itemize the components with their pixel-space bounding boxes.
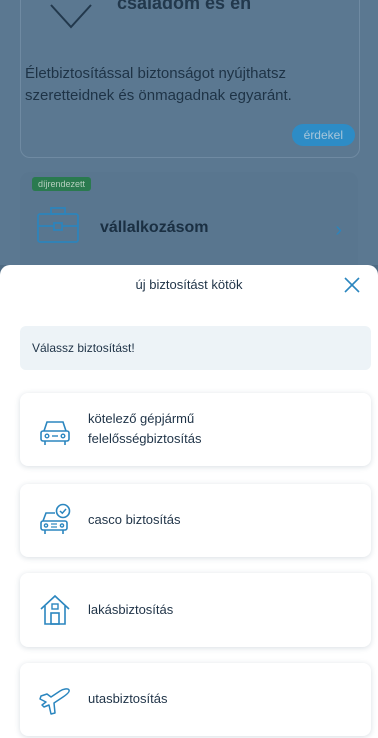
- briefcase-icon: [37, 207, 79, 243]
- option-label: kötelező gépjármű felelősségbiztosítás: [88, 409, 201, 449]
- option-label: utasbiztosítás: [88, 691, 168, 706]
- card-title: vállalkozásom: [100, 219, 209, 236]
- family-insurance-card: családom és én Életbiztosítással biztons…: [20, 0, 360, 158]
- status-badge: díjrendezett: [32, 177, 92, 191]
- option-label: casco biztosítás: [88, 512, 181, 527]
- sheet-title: új biztosítást kötök: [135, 277, 243, 292]
- new-insurance-sheet: új biztosítást kötök Válassz biztosítást…: [0, 265, 378, 738]
- background-page: családom és én Életbiztosítással biztons…: [0, 0, 378, 265]
- option-label-line2: felelősségbiztosítás: [88, 431, 202, 446]
- option-casco[interactable]: casco biztosítás: [20, 484, 371, 557]
- close-icon[interactable]: [342, 275, 362, 295]
- house-icon: [40, 594, 70, 625]
- sheet-header: új biztosítást kötök: [0, 265, 378, 305]
- car-icon: [40, 421, 70, 445]
- interested-button[interactable]: érdekel: [291, 124, 355, 146]
- option-label-line1: kötelező gépjármű: [88, 411, 195, 426]
- option-label: lakásbiztosítás: [88, 602, 174, 617]
- option-car-liability[interactable]: kötelező gépjármű felelősségbiztosítás: [20, 393, 371, 466]
- choose-insurance-hint: Válassz biztosítást!: [20, 326, 371, 370]
- chevron-right-icon: ›: [335, 219, 342, 241]
- car-shield-icon: [40, 503, 71, 534]
- option-travel[interactable]: utasbiztosítás: [20, 663, 371, 736]
- airplane-icon: [39, 688, 70, 715]
- family-icon: [50, 4, 92, 29]
- card-title: családom és én: [117, 0, 252, 13]
- business-insurance-card[interactable]: díjrendezett vállalkozásom ›: [20, 172, 358, 265]
- card-description: Életbiztosítással biztonságot nyújthatsz…: [25, 65, 292, 104]
- option-home[interactable]: lakásbiztosítás: [20, 573, 371, 647]
